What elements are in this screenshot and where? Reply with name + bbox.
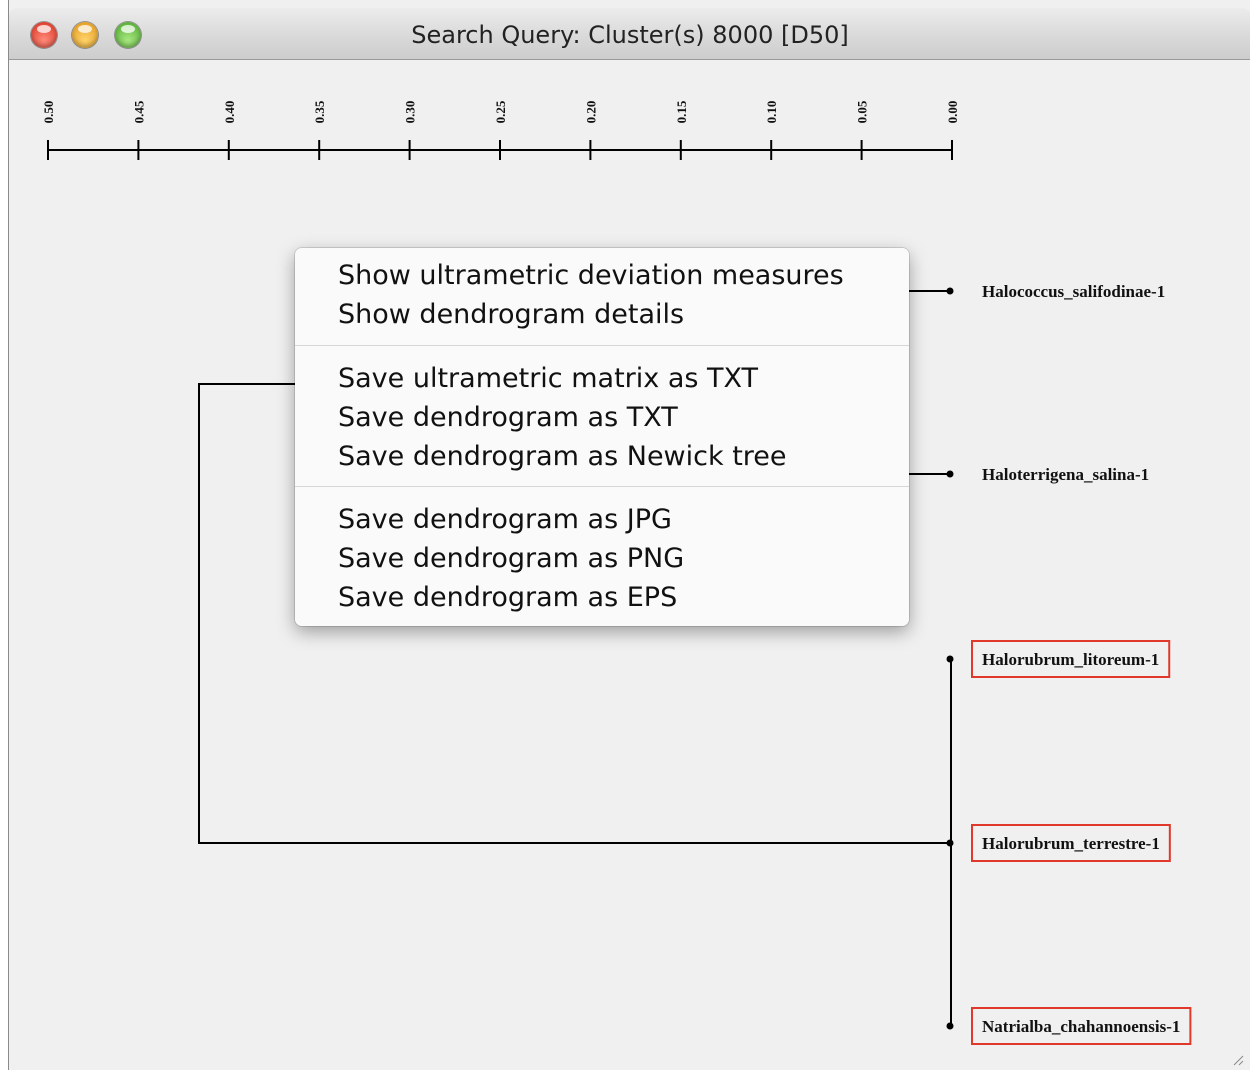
leaf-node [946,655,954,663]
distance-axis: 0.50 0.45 0.40 0.35 0.30 0.25 0.20 0.15 0.10 0.05… [41,100,960,160]
menu-save-jpg[interactable]: Save dendrogram as JPG [338,502,672,538]
leaf-node [946,1022,954,1030]
axis-tick-label: 0.15 [674,100,689,123]
menu-save-png[interactable]: Save dendrogram as PNG [338,541,684,577]
leaf-node [946,287,954,295]
menu-show-dendrogram-details[interactable]: Show dendrogram details [338,297,684,333]
resize-grip-icon[interactable] [1230,1052,1244,1066]
menu-save-dendrogram-txt[interactable]: Save dendrogram as TXT [338,400,678,436]
leaf-node [946,839,954,847]
axis-tick-label: 0.25 [493,100,508,123]
menu-separator [295,345,909,346]
leaf-node [946,470,954,478]
menu-save-ultrametric-txt[interactable]: Save ultrametric matrix as TXT [338,361,758,397]
axis-tick-label: 0.45 [131,100,146,123]
menu-separator [295,486,909,487]
axis-tick-label: 0.50 [41,101,56,124]
leaf-label[interactable]: Haloterrigena_salina-1 [982,465,1149,484]
axis-tick-label: 0.05 [855,100,870,123]
leaf-label[interactable]: Halorubrum_litoreum-1 [982,650,1159,669]
menu-show-ultrametric-deviation[interactable]: Show ultrametric deviation measures [338,258,844,294]
menu-save-newick[interactable]: Save dendrogram as Newick tree [338,439,787,475]
axis-tick-label: 0.00 [945,101,960,124]
leaf-label[interactable]: Natrialba_chahannoensis-1 [982,1017,1180,1036]
menu-save-eps[interactable]: Save dendrogram as EPS [338,580,677,616]
axis-tick-label: 0.20 [583,101,598,124]
leaf-labels: Halococcus_salifodinae-1 Haloterrigena_sa… [946,282,1192,1045]
axis-tick-label: 0.35 [312,100,327,123]
axis-tick-label: 0.40 [222,101,237,124]
leaf-label[interactable]: Halorubrum_terrestre-1 [982,834,1160,853]
axis-tick-label: 0.10 [764,101,779,124]
axis-tick-label: 0.30 [403,101,418,124]
context-menu: Show ultrametric deviation measures Show… [295,248,909,626]
leaf-label[interactable]: Halococcus_salifodinae-1 [982,282,1165,301]
